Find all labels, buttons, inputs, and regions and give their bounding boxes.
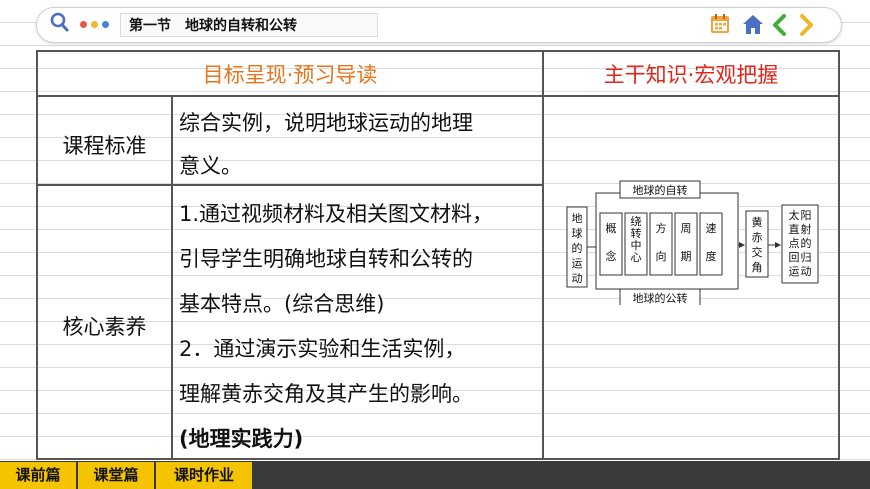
row-label-core-literacy: 核心素养 xyxy=(62,315,147,339)
column-divider xyxy=(542,50,544,460)
diagram-top-label: 地球的自转 xyxy=(633,183,688,197)
literacy-line: 理解黄赤交角及其产生的影响。 xyxy=(179,382,473,406)
blue-dot-icon xyxy=(102,21,109,28)
diagram-subsolar-label: 太阳直射点的回归运动 xyxy=(789,209,812,278)
nav-in-class[interactable]: 课堂篇 xyxy=(78,462,154,489)
nav-pre-class[interactable]: 课前篇 xyxy=(0,462,76,489)
red-dot-icon xyxy=(80,21,87,28)
curriculum-line: 综合实例，说明地球运动的地理 xyxy=(179,111,473,135)
diagram-center-label: 绕转中心 xyxy=(631,215,642,264)
yellow-dot-icon xyxy=(91,21,98,28)
label-divider xyxy=(171,96,173,460)
top-right-icons xyxy=(711,14,813,36)
back-arrow-icon[interactable] xyxy=(773,14,786,36)
forward-arrow-icon[interactable] xyxy=(800,14,813,36)
section-title: 第一节 地球的自转和公转 xyxy=(120,13,378,37)
right-column-header: 主干知识·宏观把握 xyxy=(603,63,779,87)
literacy-line: 基本特点。(综合思维) xyxy=(179,292,385,316)
search-icon[interactable] xyxy=(50,12,70,34)
literacy-line: (地理实践力) xyxy=(179,427,304,451)
left-column-header: 目标呈现·预习导读 xyxy=(202,63,378,87)
literacy-line: 2．通过演示实验和生活实例， xyxy=(179,337,466,361)
diagram-bottom-label: 地球的公转 xyxy=(633,291,688,305)
concept-diagram: 地球的自转 地球的公转 地球的运动概念绕转中心方向周期速度黄赤交角太阳直射点的回… xyxy=(566,180,819,305)
row-label-curriculum: 课程标准 xyxy=(62,134,147,158)
home-icon[interactable] xyxy=(743,15,763,34)
nav-homework[interactable]: 课时作业 xyxy=(156,462,252,489)
literacy-line: 引导学生明确地球自转和公转的 xyxy=(179,247,473,271)
calendar-icon[interactable] xyxy=(711,14,729,33)
curriculum-line: 意义。 xyxy=(179,154,242,178)
diagram-earth-motion-label: 地球的运动 xyxy=(572,212,583,285)
literacy-line: 1.通过视频材料及相关图文材料， xyxy=(179,202,494,226)
